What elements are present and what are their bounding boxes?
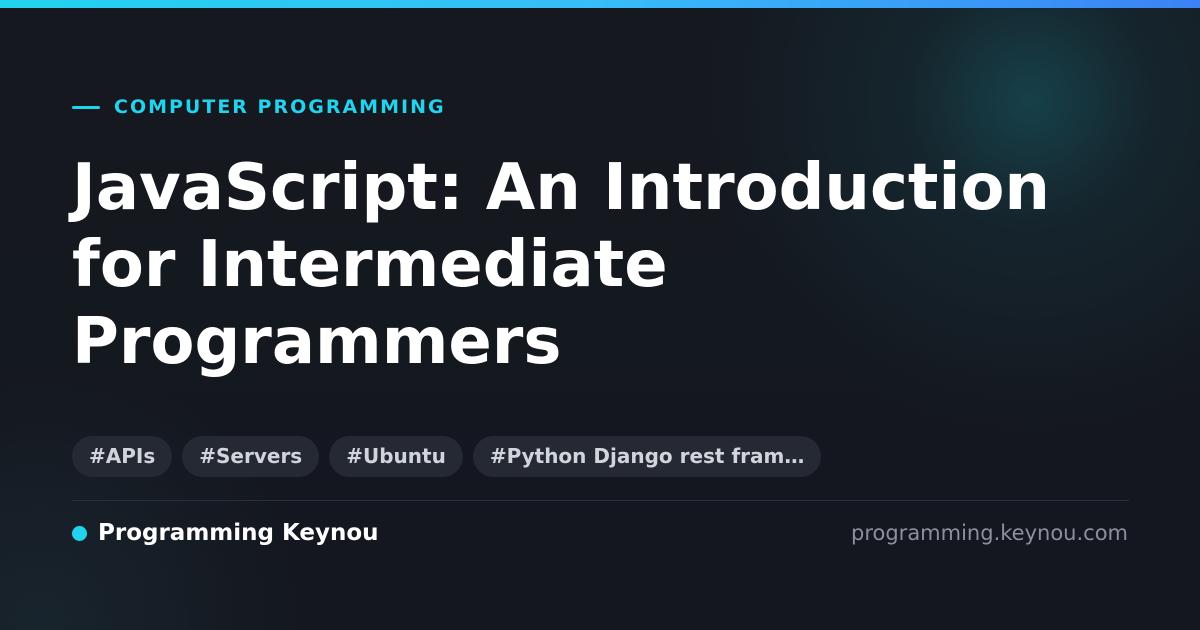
- site-url[interactable]: programming.keynou.com: [851, 518, 1128, 548]
- tag-ubuntu[interactable]: #Ubuntu: [329, 436, 463, 477]
- brand: Programming Keynou: [72, 518, 379, 548]
- category-label: COMPUTER PROGRAMMING: [72, 94, 446, 120]
- tag-apis[interactable]: #APIs: [72, 436, 173, 477]
- accent-top-bar: [0, 0, 1200, 8]
- dash-icon: [72, 105, 100, 109]
- dot-icon: [72, 525, 87, 541]
- tag-servers[interactable]: #Servers: [182, 436, 320, 477]
- article-title: JavaScript: An Introduction for Intermed…: [72, 151, 1050, 379]
- category-text: COMPUTER PROGRAMMING: [114, 96, 446, 118]
- tag-python-django[interactable]: #Python Django rest fram…: [472, 436, 822, 477]
- tag-list: #APIs #Servers #Ubuntu #Python Django re…: [72, 436, 822, 477]
- brand-name: Programming Keynou: [98, 520, 379, 546]
- divider: [72, 500, 1129, 501]
- social-card: COMPUTER PROGRAMMING JavaScript: An Intr…: [0, 0, 1200, 630]
